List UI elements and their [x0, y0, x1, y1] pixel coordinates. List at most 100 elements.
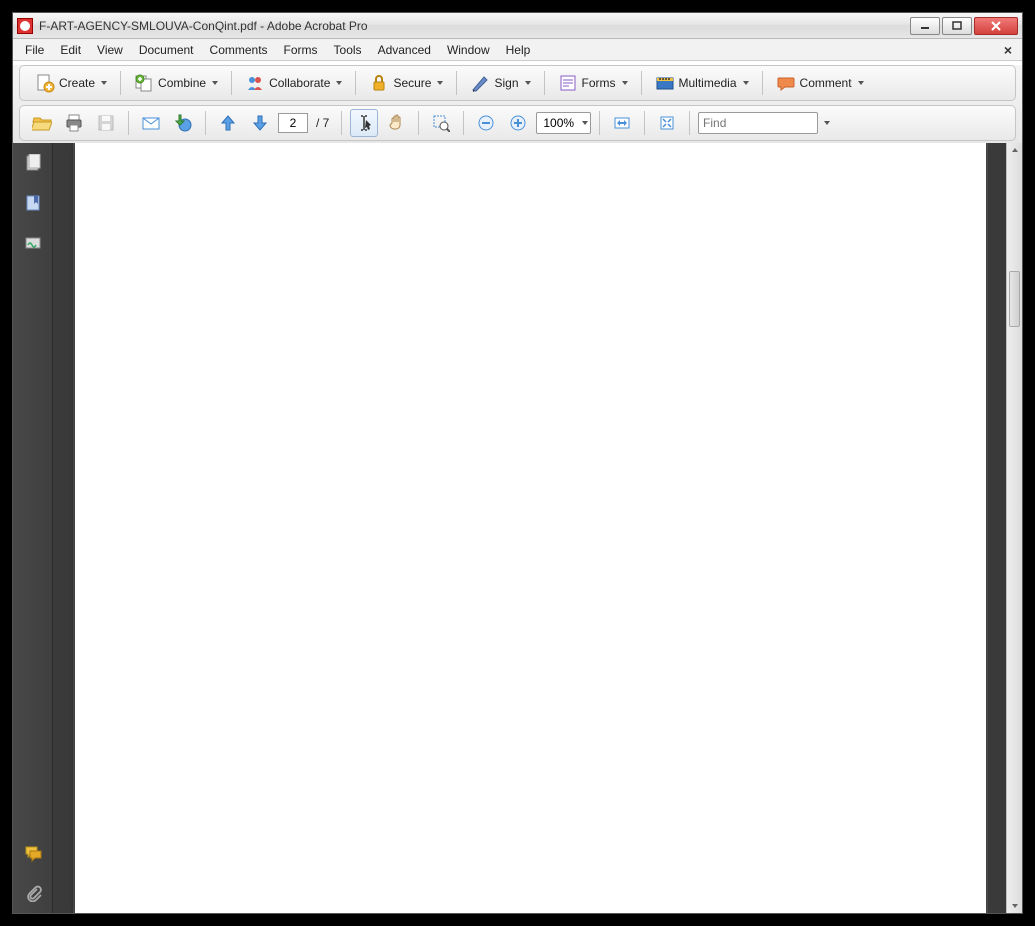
document-close-button[interactable]: ×	[998, 42, 1018, 58]
file-toolbar: / 7	[19, 105, 1016, 141]
separator	[128, 111, 129, 135]
collaborate-icon	[245, 73, 265, 93]
app-icon	[17, 18, 33, 34]
minimize-button[interactable]	[910, 17, 940, 35]
document-viewport[interactable]	[53, 143, 1022, 913]
bookmarks-panel-button[interactable]	[13, 183, 53, 223]
comment-button[interactable]: Comment	[769, 69, 871, 97]
menu-comments[interactable]: Comments	[202, 41, 276, 59]
scroll-down-button[interactable]	[1007, 897, 1022, 913]
pen-icon	[470, 73, 490, 93]
tasks-toolbar: Create Combine Collaborate	[19, 65, 1016, 101]
zoom-level-select[interactable]: 100%	[536, 112, 591, 134]
forms-label: Forms	[582, 76, 616, 90]
zoom-in-button[interactable]	[504, 109, 532, 137]
marquee-zoom-icon	[431, 113, 451, 133]
menu-window[interactable]: Window	[439, 41, 498, 59]
separator	[341, 111, 342, 135]
fit-width-button[interactable]	[608, 109, 636, 137]
chevron-down-icon	[212, 81, 218, 85]
forms-button[interactable]: Forms	[551, 69, 635, 97]
save-icon	[96, 113, 116, 133]
navigation-pane	[13, 143, 53, 913]
menu-edit[interactable]: Edit	[52, 41, 89, 59]
marquee-zoom-button[interactable]	[427, 109, 455, 137]
app-window: F-ART-AGENCY-SMLOUVA-ConQint.pdf - Adobe…	[12, 12, 1023, 914]
signature-icon	[24, 234, 42, 252]
separator	[599, 111, 600, 135]
attachments-panel-button[interactable]	[13, 873, 53, 913]
arrow-up-icon	[218, 113, 238, 133]
scrollbar-thumb[interactable]	[1009, 271, 1020, 327]
secure-label: Secure	[393, 76, 431, 90]
separator	[120, 71, 121, 95]
zoom-out-icon	[476, 113, 496, 133]
window-controls	[908, 17, 1018, 35]
comments-panel-button[interactable]	[13, 833, 53, 873]
sign-button[interactable]: Sign	[463, 69, 537, 97]
chevron-down-icon[interactable]	[824, 121, 830, 125]
separator	[463, 111, 464, 135]
combine-button[interactable]: Combine	[127, 69, 225, 97]
menu-advanced[interactable]: Advanced	[370, 41, 439, 59]
email-button[interactable]	[137, 109, 165, 137]
chevron-down-icon	[525, 81, 531, 85]
hand-icon	[386, 113, 406, 133]
multimedia-button[interactable]: Multimedia	[648, 69, 756, 97]
gutter-left	[53, 143, 73, 913]
save-button[interactable]	[92, 109, 120, 137]
select-tool-button[interactable]	[350, 109, 378, 137]
sign-label: Sign	[494, 76, 518, 90]
open-button[interactable]	[28, 109, 56, 137]
menu-forms[interactable]: Forms	[276, 41, 326, 59]
comments-icon	[24, 844, 42, 862]
find-field[interactable]	[698, 112, 818, 134]
toolbar-area: Create Combine Collaborate	[13, 65, 1022, 148]
create-icon	[35, 73, 55, 93]
collaborate-button[interactable]: Collaborate	[238, 69, 349, 97]
close-button[interactable]	[974, 17, 1018, 35]
print-button[interactable]	[60, 109, 88, 137]
menu-help[interactable]: Help	[498, 41, 539, 59]
upload-button[interactable]	[169, 109, 197, 137]
comment-label: Comment	[800, 76, 852, 90]
scroll-up-button[interactable]	[1007, 143, 1022, 159]
vertical-scrollbar[interactable]	[1006, 143, 1022, 913]
collaborate-label: Collaborate	[269, 76, 330, 90]
multimedia-label: Multimedia	[679, 76, 737, 90]
maximize-button[interactable]	[942, 17, 972, 35]
fit-page-button[interactable]	[653, 109, 681, 137]
bookmark-icon	[24, 194, 42, 212]
next-page-button[interactable]	[246, 109, 274, 137]
comment-icon	[776, 73, 796, 93]
signatures-panel-button[interactable]	[13, 223, 53, 263]
hand-tool-button[interactable]	[382, 109, 410, 137]
envelope-icon	[141, 113, 161, 133]
content-area	[13, 143, 1022, 913]
create-button[interactable]: Create	[28, 69, 114, 97]
previous-page-button[interactable]	[214, 109, 242, 137]
pdf-page	[75, 143, 986, 913]
page-number-input[interactable]	[278, 113, 308, 133]
menu-tools[interactable]: Tools	[326, 41, 370, 59]
fit-width-icon	[612, 113, 632, 133]
separator	[418, 111, 419, 135]
window-title: F-ART-AGENCY-SMLOUVA-ConQint.pdf - Adobe…	[39, 19, 368, 33]
text-cursor-icon	[354, 113, 374, 133]
separator	[644, 111, 645, 135]
chevron-down-icon	[622, 81, 628, 85]
menu-file[interactable]: File	[17, 41, 52, 59]
menu-document[interactable]: Document	[131, 41, 202, 59]
chevron-down-icon	[743, 81, 749, 85]
zoom-out-button[interactable]	[472, 109, 500, 137]
upload-globe-icon	[173, 113, 193, 133]
lock-icon	[369, 73, 389, 93]
folder-open-icon	[32, 113, 52, 133]
pages-panel-button[interactable]	[13, 143, 53, 183]
separator	[544, 71, 545, 95]
find-input[interactable]	[703, 116, 813, 130]
separator	[231, 71, 232, 95]
menubar: File Edit View Document Comments Forms T…	[13, 39, 1022, 61]
secure-button[interactable]: Secure	[362, 69, 450, 97]
menu-view[interactable]: View	[89, 41, 131, 59]
